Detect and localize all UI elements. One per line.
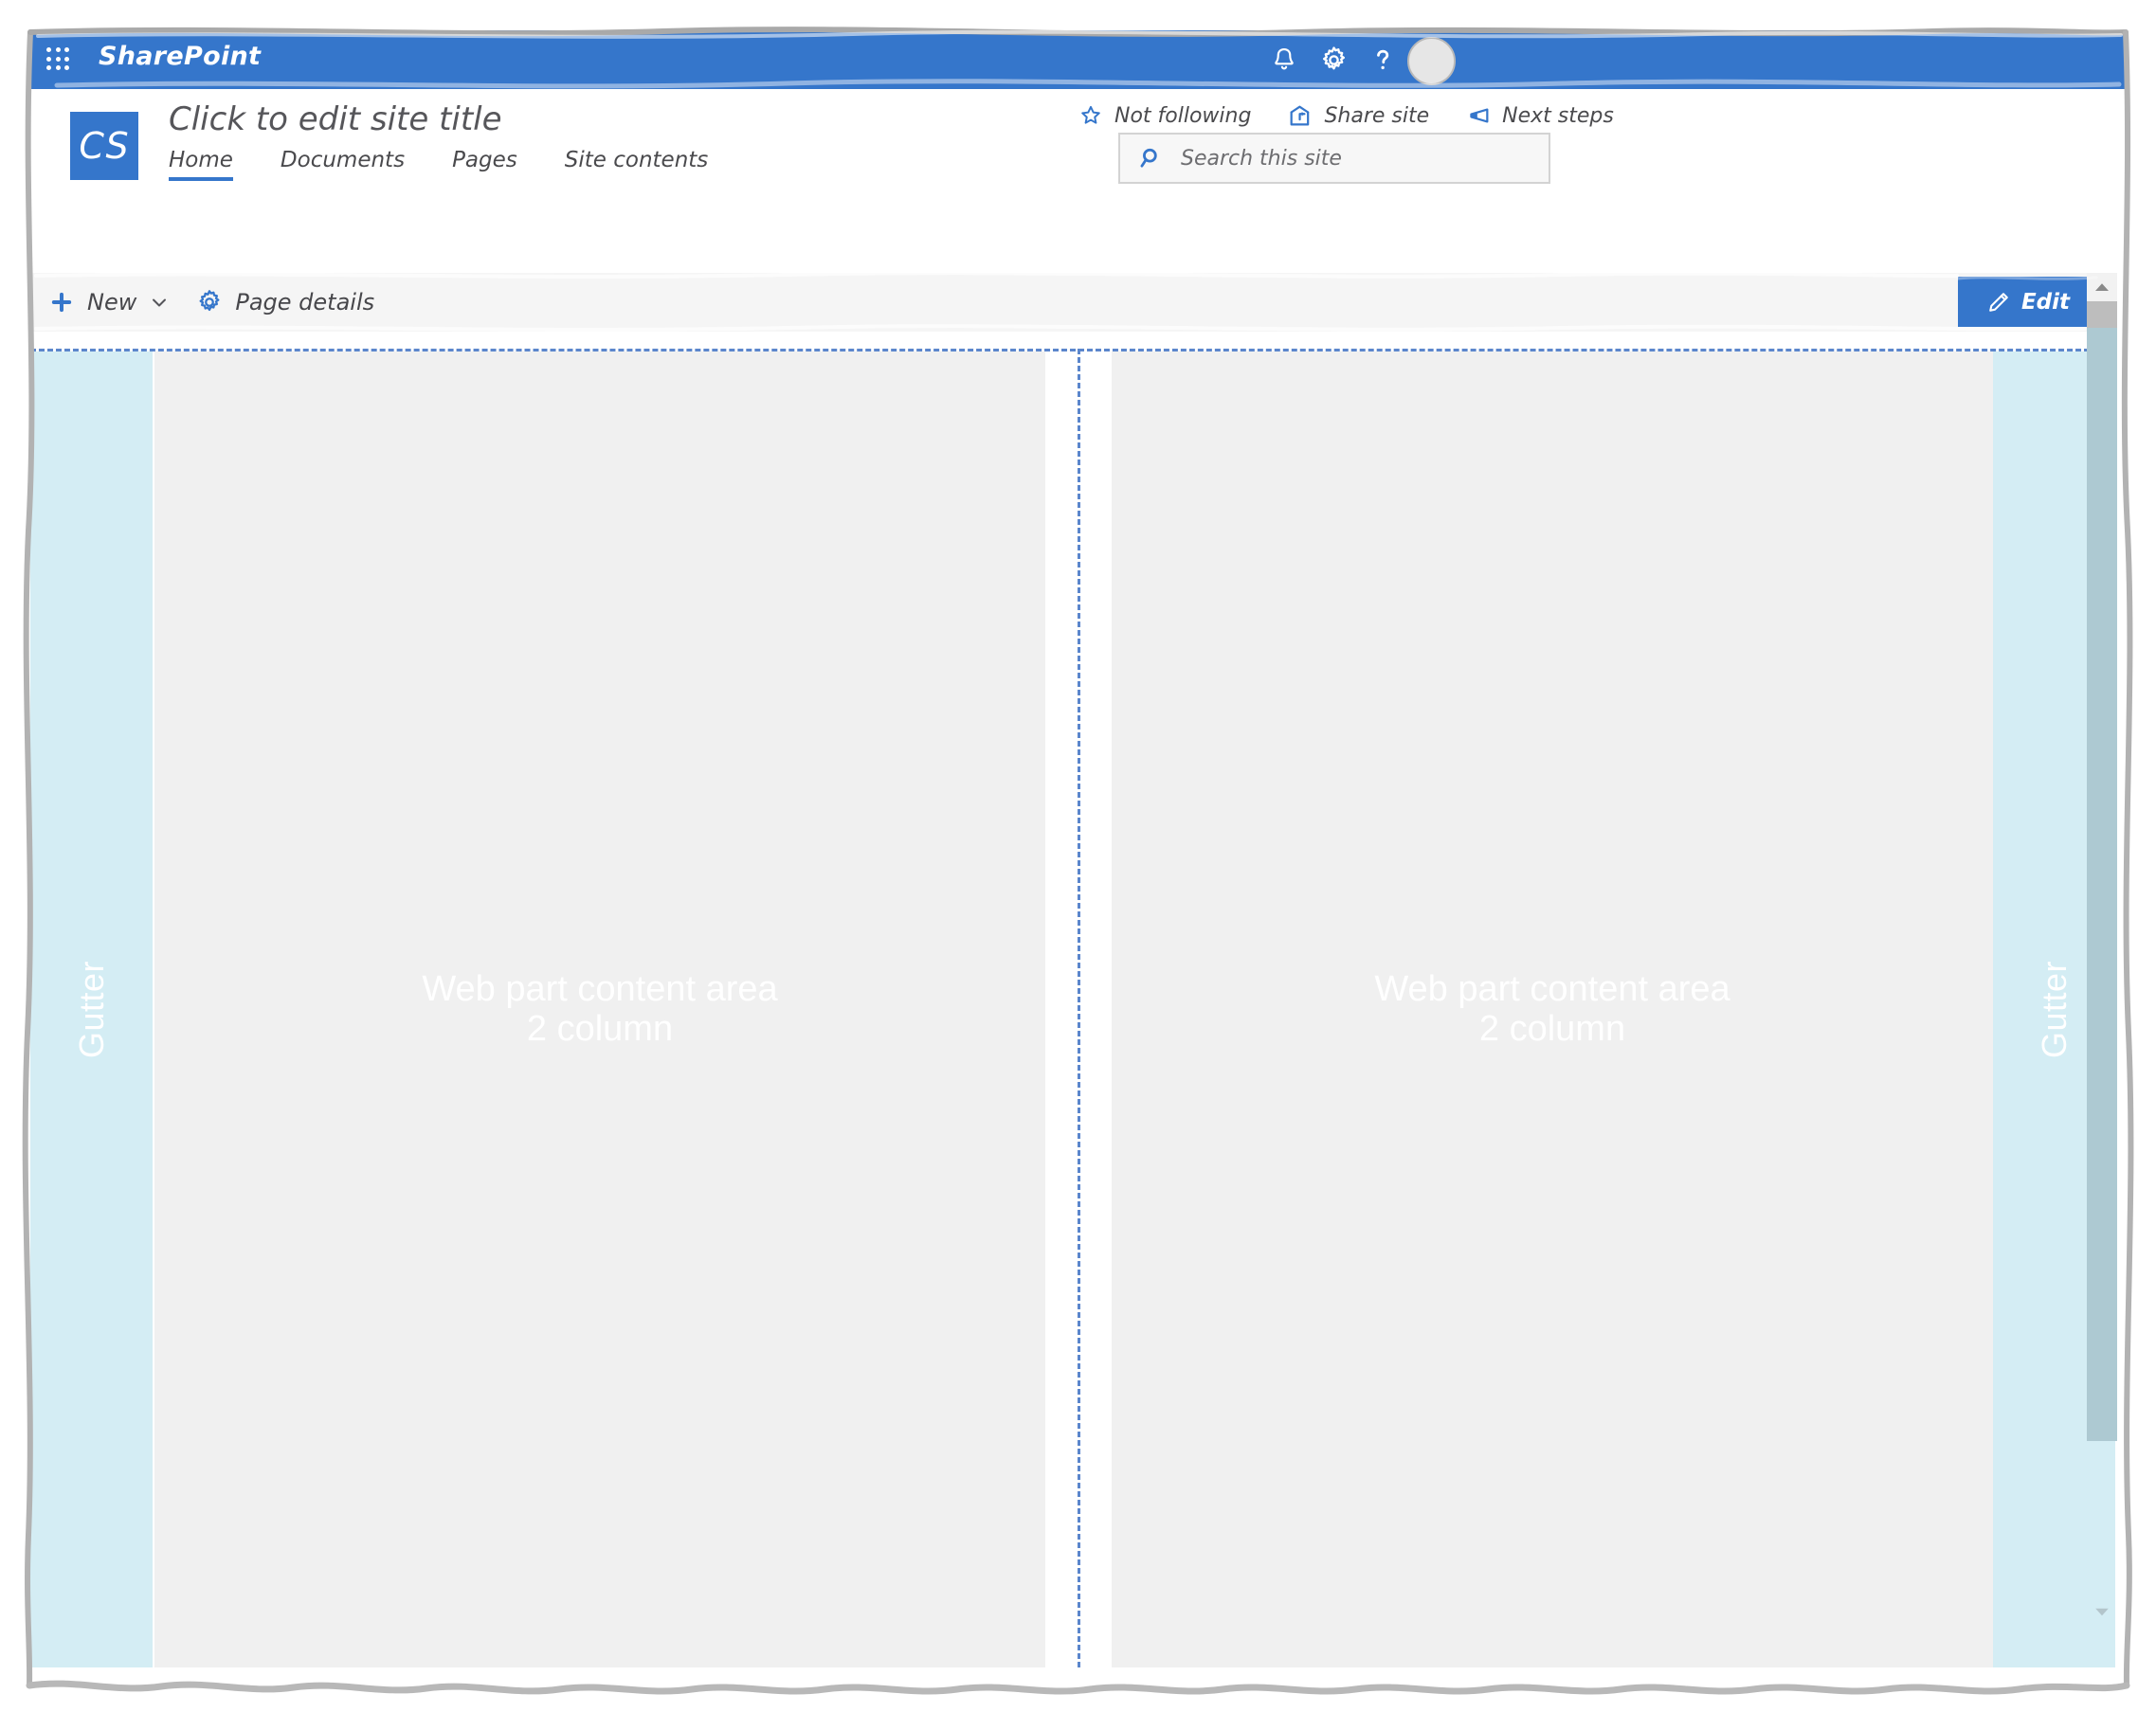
scroll-up-arrow-icon[interactable] [2087,273,2117,301]
web-part-column-left-line1: Web part content area [422,969,778,1010]
nav-item-home[interactable]: Home [169,148,233,181]
new-label: New [87,289,137,315]
search-magnifier-icon [1137,144,1166,172]
megaphone-icon [1465,102,1492,129]
nav-item-site-contents[interactable]: Site contents [565,148,709,181]
page-details-button[interactable]: Page details [195,288,374,316]
pencil-edit-icon [1985,289,2012,315]
web-part-column-left[interactable]: Web part content area 2 column [154,351,1045,1667]
browser-frame: SharePoint CS Click to edit site title H… [0,0,2156,1712]
gutter-left: Gutter [30,351,153,1667]
next-steps-button[interactable]: Next steps [1465,102,1614,129]
sharepoint-brand-label[interactable]: SharePoint [99,42,261,71]
gutter-left-label: Gutter [71,960,111,1059]
share-site-label: Share site [1324,103,1430,128]
suite-bar: SharePoint [28,30,2128,89]
web-part-column-right-line2: 2 column [1478,1008,1626,1049]
scrollbar-track[interactable] [2087,301,2117,328]
nav-item-pages[interactable]: Pages [452,148,517,181]
avatar[interactable] [1407,37,1456,85]
column-divider-dashed [1078,349,1080,1667]
web-part-column-left-line2: 2 column [526,1008,674,1049]
vertical-scrollbar[interactable] [2087,273,2117,1694]
command-bar: New Page details [30,273,2115,332]
not-following-label: Not following [1114,103,1252,128]
site-header: CS Click to edit site title Home Documen… [30,89,2123,186]
page-canvas: Gutter Web part content area 2 column We… [30,349,2115,1683]
page-details-gear-icon [195,288,224,316]
star-outline-icon [1078,102,1104,129]
site-logo[interactable]: CS [70,112,138,180]
web-part-column-right-line1: Web part content area [1374,969,1730,1010]
settings-gear-icon[interactable] [1314,41,1352,79]
share-site-icon [1287,102,1314,129]
page-details-label: Page details [235,289,375,315]
site-navigation: Home Documents Pages Site contents [169,148,755,181]
edit-label: Edit [2020,289,2071,315]
not-following-button[interactable]: Not following [1078,102,1251,129]
app-launcher-waffle-icon[interactable] [46,47,71,72]
help-question-icon[interactable] [1364,41,1402,79]
edit-button[interactable]: Edit [1958,277,2097,327]
new-button[interactable]: New [47,288,171,316]
web-part-column-right[interactable]: Web part content area 2 column [1112,351,1993,1667]
scroll-down-arrow-icon[interactable] [2089,1599,2115,1624]
search-box[interactable] [1118,133,1550,184]
nav-item-documents[interactable]: Documents [281,148,405,181]
share-site-button[interactable]: Share site [1287,102,1429,129]
next-steps-label: Next steps [1502,103,1614,128]
site-header-actions: Not following Share site Next steps [1078,102,1650,129]
gutter-right-label: Gutter [2034,960,2074,1059]
search-input[interactable] [1179,145,1524,171]
command-bar-items: New Page details [47,273,399,332]
plus-icon [47,288,76,316]
notifications-bell-icon[interactable] [1265,41,1303,79]
page-title[interactable]: Click to edit site title [169,100,502,138]
chevron-down-icon [148,291,171,314]
scrollbar-thumb[interactable] [2087,328,2117,1441]
